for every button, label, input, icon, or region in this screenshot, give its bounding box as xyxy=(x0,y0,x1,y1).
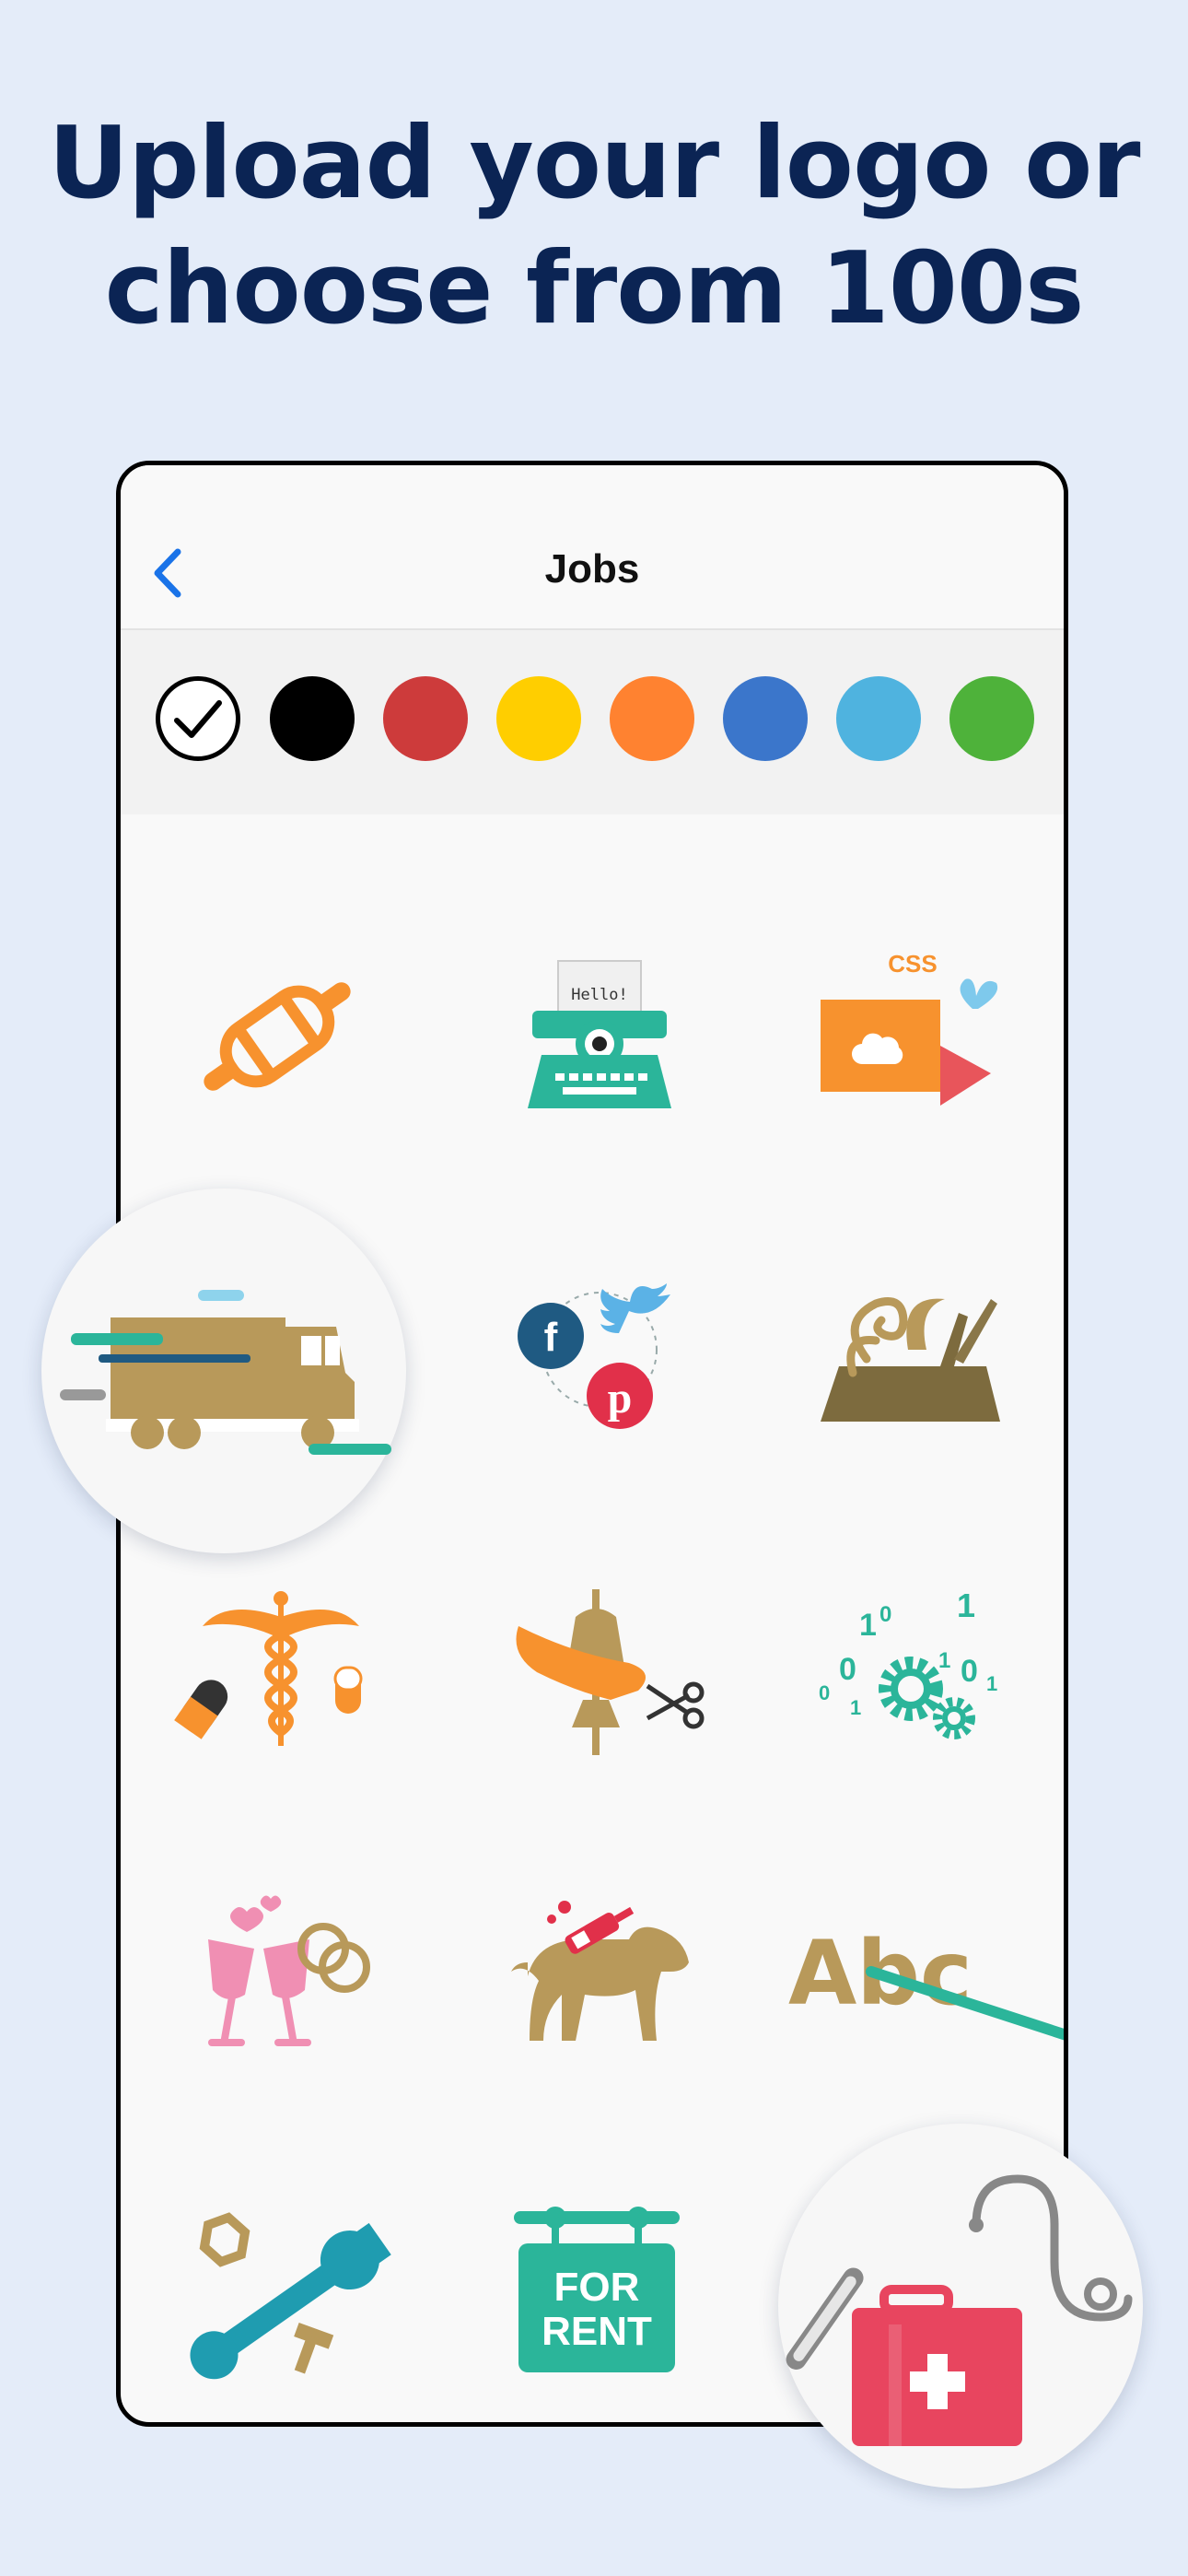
wrench-tools-icon xyxy=(190,2212,391,2380)
binary-digit: 1 xyxy=(957,1587,975,1624)
wood-plane-icon xyxy=(821,1297,1000,1422)
color-swatch-green[interactable] xyxy=(949,676,1034,761)
laptop-caption: CSS xyxy=(888,950,937,978)
medical-kit-zoom-bubble xyxy=(778,2124,1143,2488)
icon-cell[interactable] xyxy=(802,1258,1014,1442)
caduceus-pills-icon xyxy=(174,1591,363,1746)
abc-teaching-icon: Abc xyxy=(788,1922,1064,2041)
icon-cell[interactable] xyxy=(171,2197,391,2382)
laptop-css-icon: CSS xyxy=(821,950,998,1106)
truck-zoom-bubble xyxy=(41,1188,406,1553)
tailor-mannequin-icon xyxy=(516,1589,705,1755)
icon-cell[interactable]: Abc xyxy=(784,1884,1064,2068)
delivery-truck-icon xyxy=(60,1290,391,1455)
headline-line-1: Upload your logo or xyxy=(48,106,1140,221)
dog-grooming-icon xyxy=(511,1901,689,2041)
svg-text:f: f xyxy=(544,1315,558,1360)
sign-line-1: FOR xyxy=(554,2265,640,2310)
icon-cell[interactable]: CSS xyxy=(802,944,1014,1129)
icon-cell[interactable]: f p xyxy=(491,1258,703,1442)
icon-cell[interactable] xyxy=(491,1580,705,1764)
sign-line-2: RENT xyxy=(542,2309,652,2354)
navigation-bar: Jobs xyxy=(121,465,1064,630)
icon-cell[interactable]: Hello! xyxy=(491,944,703,1129)
color-swatch-red[interactable] xyxy=(383,676,468,761)
icon-cell[interactable]: 1 0 1 0 1 0 1 0 1 xyxy=(802,1580,1014,1764)
social-media-icon: f p xyxy=(518,1283,670,1429)
champagne-rings-icon xyxy=(208,1895,370,2046)
color-swatch-yellow[interactable] xyxy=(496,676,581,761)
icon-cell[interactable] xyxy=(491,1884,703,2068)
icon-cell[interactable] xyxy=(171,944,383,1129)
medical-kit-icon xyxy=(786,2174,1133,2446)
headline-line-2: choose from 100s xyxy=(104,231,1085,346)
typewriter-paper-text: Hello! xyxy=(571,986,627,1004)
for-rent-sign-icon: FOR RENT xyxy=(514,2207,680,2372)
binary-digit: 0 xyxy=(819,1681,830,1704)
typewriter-icon: Hello! xyxy=(528,960,671,1108)
icon-cell[interactable] xyxy=(171,1884,383,2068)
color-swatch-selected[interactable] xyxy=(156,676,240,761)
binary-digit: 0 xyxy=(879,1602,891,1627)
binary-digit: 0 xyxy=(839,1652,856,1687)
binary-digit: 1 xyxy=(938,1648,950,1673)
color-swatch-orange[interactable] xyxy=(610,676,694,761)
svg-text:p: p xyxy=(608,1374,633,1423)
binary-digit: 1 xyxy=(859,1608,877,1643)
color-swatch-black[interactable] xyxy=(270,676,355,761)
binary-gears-icon: 1 0 1 0 1 0 1 0 1 xyxy=(819,1587,997,1739)
color-swatch-blue[interactable] xyxy=(723,676,808,761)
rolling-pin-icon xyxy=(204,982,351,1091)
binary-digit: 0 xyxy=(961,1654,978,1689)
color-picker xyxy=(121,630,1064,814)
binary-digit: 1 xyxy=(850,1696,861,1719)
page-title: Jobs xyxy=(544,546,640,591)
color-swatch-light-blue[interactable] xyxy=(836,676,921,761)
headline: Upload your logo or choose from 100s xyxy=(0,101,1188,352)
icon-cell[interactable]: FOR RENT xyxy=(491,2197,703,2382)
binary-digit: 1 xyxy=(986,1672,997,1695)
icon-cell[interactable] xyxy=(171,1580,383,1764)
checkmark-icon xyxy=(174,700,222,738)
